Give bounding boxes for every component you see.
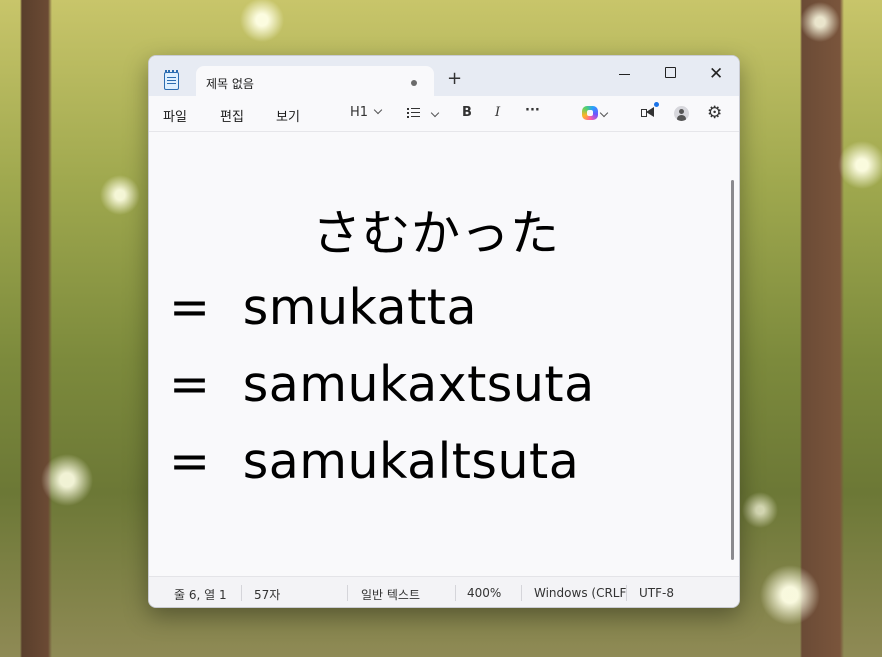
text-format[interactable]: 일반 텍스트 (361, 586, 420, 603)
tab-title: 제목 없음 (206, 77, 254, 91)
minimize-icon (619, 74, 630, 75)
vertical-scrollbar[interactable] (731, 180, 734, 560)
announcement-icon[interactable] (641, 107, 655, 118)
status-divider (521, 585, 522, 601)
notepad-window: 제목 없음 + ✕ 파일 편집 보기 H1 B I ··· ⚙ さむかった = … (148, 55, 740, 608)
chevron-down-icon[interactable] (599, 108, 609, 118)
account-icon[interactable] (674, 106, 689, 121)
maximize-icon (665, 67, 676, 78)
list-dropdown[interactable] (407, 105, 441, 121)
status-bar: 줄 6, 열 1 57자 일반 텍스트 400% Windows (CRLF U… (149, 576, 739, 607)
menu-file[interactable]: 파일 (163, 106, 187, 125)
menu-bar: 파일 편집 보기 H1 B I ··· ⚙ (149, 96, 739, 132)
chevron-down-icon (373, 105, 383, 115)
heading-dropdown[interactable]: H1 (350, 105, 383, 120)
chevron-down-icon (430, 108, 440, 118)
text-editor[interactable]: さむかった = smukatta = samukaxtsuta = samuka… (149, 132, 739, 575)
notepad-app-icon (164, 70, 179, 90)
doc-line-4: = samukaltsuta (169, 433, 580, 490)
title-bar: 제목 없음 + ✕ (149, 56, 739, 96)
status-divider (455, 585, 456, 601)
more-options-button[interactable]: ··· (525, 103, 540, 118)
italic-button[interactable]: I (495, 105, 500, 120)
cursor-position: 줄 6, 열 1 (174, 588, 227, 602)
status-divider (626, 585, 627, 601)
maximize-button[interactable] (648, 61, 693, 87)
menu-view[interactable]: 보기 (276, 106, 300, 125)
bold-button[interactable]: B (462, 105, 472, 120)
list-icon (407, 108, 420, 117)
settings-gear-icon[interactable]: ⚙ (707, 104, 722, 122)
close-button[interactable]: ✕ (693, 61, 738, 87)
minimize-button[interactable] (603, 61, 648, 87)
close-icon: ✕ (709, 64, 724, 84)
copilot-icon[interactable] (582, 106, 598, 120)
notification-dot (654, 102, 659, 107)
status-divider (241, 585, 242, 601)
heading-label: H1 (350, 105, 369, 120)
menu-edit[interactable]: 편집 (220, 106, 244, 125)
line-ending[interactable]: Windows (CRLF (534, 586, 626, 600)
doc-line-3: = samukaxtsuta (169, 356, 595, 413)
zoom-level[interactable]: 400% (467, 586, 501, 600)
encoding[interactable]: UTF-8 (639, 586, 674, 600)
new-tab-button[interactable]: + (447, 69, 462, 89)
status-divider (347, 585, 348, 601)
doc-line-1: さむかった (312, 205, 560, 262)
tab-untitled[interactable]: 제목 없음 (196, 66, 434, 96)
character-count: 57자 (254, 588, 281, 602)
doc-line-2: = smukatta (169, 279, 478, 336)
unsaved-dot-icon[interactable] (411, 80, 417, 86)
